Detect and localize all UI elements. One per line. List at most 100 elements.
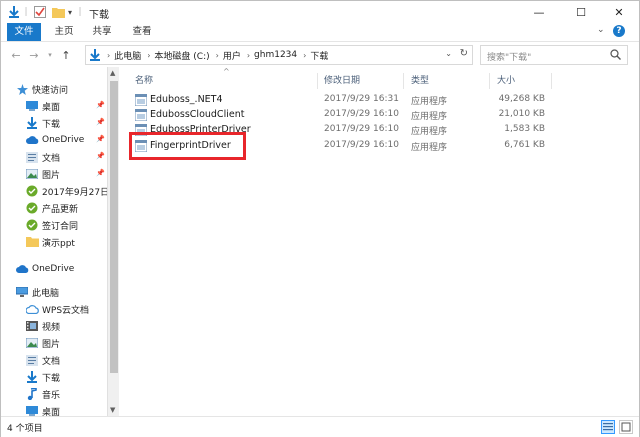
search-box[interactable]: 搜索"下载" <box>480 45 628 65</box>
search-icon[interactable] <box>610 49 621 63</box>
nav-item-label: 图片 <box>42 170 61 181</box>
expand-ribbon-icon[interactable]: ⌄ <box>597 25 605 35</box>
nav-item-label: 文档 <box>42 153 61 164</box>
nav-item-product-updates[interactable]: 产品更新 <box>25 200 107 216</box>
pin-icon[interactable]: 📌 <box>96 101 105 109</box>
breadcrumb-separator-icon[interactable]: › <box>147 51 150 60</box>
pin-icon[interactable]: 📌 <box>96 169 105 177</box>
nav-item-label: 下载 <box>42 119 61 130</box>
breadcrumb-local-disk[interactable]: 本地磁盘 (C:) <box>154 49 209 62</box>
maximize-button[interactable]: ☐ <box>561 1 601 23</box>
toolbar-divider: | <box>78 7 82 17</box>
file-row[interactable]: EdubossCloudClient 2017/9/29 16:10 应用程序 … <box>133 108 553 123</box>
nav-pc-downloads[interactable]: 下载 <box>25 369 107 385</box>
file-row[interactable]: Eduboss_.NET4 2017/9/29 16:31 应用程序 49,26… <box>133 93 553 108</box>
nav-item-label: 视频 <box>42 322 61 333</box>
nav-pc-music[interactable]: 音乐 <box>25 386 107 402</box>
nav-onedrive[interactable]: OneDrive <box>15 261 107 277</box>
nav-item-label: 签订合同 <box>42 221 79 232</box>
breadcrumb-separator-icon[interactable]: › <box>107 51 110 60</box>
window-title: 下载 <box>89 10 109 21</box>
download-arrow-icon <box>25 371 39 383</box>
file-date: 2017/9/29 16:10 <box>324 124 399 134</box>
help-icon[interactable]: ? <box>613 25 625 37</box>
new-folder-icon[interactable] <box>51 4 65 20</box>
pin-icon[interactable]: 📌 <box>96 135 105 143</box>
recent-locations-chevron-icon[interactable]: ▾ <box>43 47 57 63</box>
back-arrow-icon[interactable]: ← <box>9 47 23 63</box>
tab-file[interactable]: 文件 <box>7 23 41 41</box>
nav-pc-wps-cloud[interactable]: WPS云文档 <box>25 301 107 317</box>
column-divider[interactable] <box>489 73 490 89</box>
breadcrumb-user-folder[interactable]: ghm1234 <box>254 50 297 60</box>
address-history-chevron-icon[interactable]: ⌄ <box>445 49 452 58</box>
column-header-size[interactable]: 大小 <box>497 73 515 89</box>
tab-home[interactable]: 主页 <box>49 23 79 41</box>
breadcrumb-downloads[interactable]: 下载 <box>310 49 328 62</box>
large-icons-view-icon[interactable] <box>619 420 633 434</box>
file-type: 应用程序 <box>411 127 448 137</box>
nav-item-desktop[interactable]: 桌面 📌 <box>25 98 107 114</box>
nav-pc-pictures[interactable]: 图片 <box>25 335 107 351</box>
column-header-date[interactable]: 修改日期 <box>324 73 360 89</box>
column-divider[interactable] <box>551 73 552 89</box>
breadcrumb-separator-icon[interactable]: › <box>247 51 250 60</box>
desktop-icon <box>25 405 39 416</box>
scroll-up-icon[interactable]: ▲ <box>110 69 115 77</box>
address-bar[interactable]: › 此电脑 › 本地磁盘 (C:) › 用户 › ghm1234 › 下载 ⌄ … <box>85 45 473 65</box>
ribbon-tabs: 文件 主页 共享 查看 ⌄ ? <box>1 23 639 41</box>
nav-quick-access[interactable]: 快速访问 <box>15 81 107 97</box>
file-list: ^ 名称 修改日期 类型 大小 Eduboss_.NET4 2017/9/29 … <box>119 67 639 416</box>
nav-pc-desktop[interactable]: 桌面 <box>25 403 107 416</box>
nav-item-documents[interactable]: 文档 📌 <box>25 149 107 165</box>
scroll-down-icon[interactable]: ▼ <box>110 406 115 414</box>
quick-access-download-icon[interactable] <box>7 4 21 20</box>
column-header-name[interactable]: 名称 <box>135 73 153 89</box>
item-count: 4 个项目 <box>7 424 43 434</box>
up-arrow-icon[interactable]: ↑ <box>59 47 73 63</box>
navigation-scrollbar[interactable]: ▲ ▼ <box>107 67 119 416</box>
nav-item-label: 音乐 <box>42 390 61 401</box>
details-view-icon[interactable] <box>601 420 615 434</box>
breadcrumb-this-pc[interactable]: 此电脑 <box>114 49 141 62</box>
wps-cloud-icon <box>25 303 39 315</box>
breadcrumb-users[interactable]: 用户 <box>223 49 241 62</box>
nav-item-contracts[interactable]: 签订合同 <box>25 217 107 233</box>
nav-pc-documents[interactable]: 文档 <box>25 352 107 368</box>
nav-item-downloads[interactable]: 下载 📌 <box>25 115 107 131</box>
nav-pc-videos[interactable]: 视频 <box>25 318 107 334</box>
breadcrumb-separator-icon[interactable]: › <box>303 51 306 60</box>
nav-item-onedrive-pinned[interactable]: OneDrive 📌 <box>25 132 107 148</box>
column-divider[interactable] <box>317 73 318 89</box>
status-bar: 4 个项目 <box>1 416 639 437</box>
nav-this-pc-label: 此电脑 <box>32 288 60 299</box>
nav-this-pc[interactable]: 此电脑 <box>15 284 107 300</box>
navigation-pane: 快速访问 桌面 📌 下载 📌 OneDrive 📌 文档 📌 图片 📌 2017… <box>15 67 107 416</box>
forward-arrow-icon[interactable]: → <box>27 47 41 63</box>
breadcrumb-separator-icon[interactable]: › <box>216 51 219 60</box>
pin-icon[interactable]: 📌 <box>96 118 105 126</box>
nav-item-ppt[interactable]: 演示ppt <box>25 234 107 250</box>
customize-toolbar-icon[interactable]: ▾ <box>65 4 75 20</box>
scrollbar-thumb[interactable] <box>110 81 118 373</box>
file-type: 应用程序 <box>411 143 448 153</box>
tab-share[interactable]: 共享 <box>87 23 117 41</box>
column-divider[interactable] <box>403 73 404 89</box>
nav-item-label: 桌面 <box>42 102 61 113</box>
picture-icon <box>25 168 39 180</box>
minimize-button[interactable]: — <box>519 1 559 23</box>
column-header-type[interactable]: 类型 <box>411 73 429 89</box>
nav-item-pictures[interactable]: 图片 📌 <box>25 166 107 182</box>
file-type: 应用程序 <box>411 112 448 122</box>
file-date: 2017/9/29 16:31 <box>324 94 399 104</box>
tab-view[interactable]: 查看 <box>127 23 157 41</box>
properties-check-icon[interactable] <box>33 4 47 20</box>
star-icon <box>15 83 29 95</box>
close-button[interactable]: ✕ <box>599 1 639 23</box>
nav-item-label: 下载 <box>42 373 61 384</box>
nav-item-label: 演示ppt <box>42 238 75 249</box>
pin-icon[interactable]: 📌 <box>96 152 105 160</box>
nav-item-date-folder[interactable]: 2017年9月27日 <box>25 183 107 199</box>
file-size: 6,761 KB <box>504 140 545 150</box>
refresh-icon[interactable]: ↻ <box>460 48 468 59</box>
